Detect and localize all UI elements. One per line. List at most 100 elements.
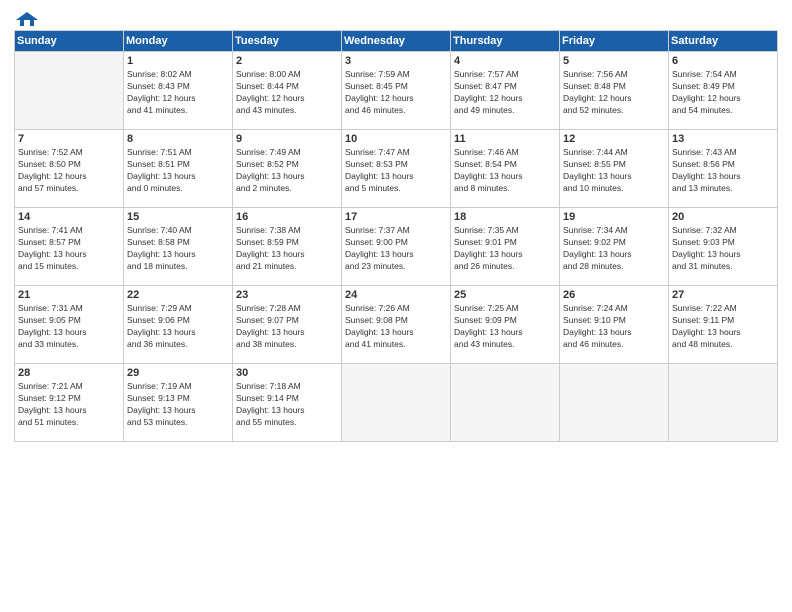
weekday-header-tuesday: Tuesday bbox=[233, 31, 342, 52]
day-info: Sunrise: 7:41 AM Sunset: 8:57 PM Dayligh… bbox=[18, 225, 120, 273]
calendar-cell: 3Sunrise: 7:59 AM Sunset: 8:45 PM Daylig… bbox=[342, 52, 451, 130]
calendar-cell: 14Sunrise: 7:41 AM Sunset: 8:57 PM Dayli… bbox=[15, 208, 124, 286]
header bbox=[14, 10, 778, 24]
day-info: Sunrise: 7:34 AM Sunset: 9:02 PM Dayligh… bbox=[563, 225, 665, 273]
day-info: Sunrise: 8:00 AM Sunset: 8:44 PM Dayligh… bbox=[236, 69, 338, 117]
calendar-cell: 25 Sunrise: 7:25 AM Sunset: 9:09 PM Dayli… bbox=[451, 286, 560, 364]
week-row-2: 7 Sunrise: 7:52 AM Sunset: 8:50 PM Daylig… bbox=[15, 130, 778, 208]
day-number: 28 bbox=[18, 367, 120, 379]
day-number: 29 bbox=[127, 367, 229, 379]
calendar-cell: 27 Sunrise: 7:22 AM Sunset: 9:11 PM Dayli… bbox=[669, 286, 778, 364]
week-row-3: 14Sunrise: 7:41 AM Sunset: 8:57 PM Dayli… bbox=[15, 208, 778, 286]
day-number: 21 bbox=[18, 289, 120, 301]
day-info: Sunrise: 8:02 AM Sunset: 8:43 PM Dayligh… bbox=[127, 69, 229, 117]
day-info: Sunrise: 7:18 AM Sunset: 9:14 PM Dayligh… bbox=[236, 381, 338, 429]
calendar-cell bbox=[669, 364, 778, 442]
day-number: 27 bbox=[672, 289, 774, 301]
day-info: Sunrise: 7:32 AM Sunset: 9:03 PM Dayligh… bbox=[672, 225, 774, 273]
calendar-cell: 5 Sunrise: 7:56 AM Sunset: 8:48 PM Daylig… bbox=[560, 52, 669, 130]
calendar-cell: 16 Sunrise: 7:38 AM Sunset: 8:59 PM Dayli… bbox=[233, 208, 342, 286]
week-row-1: 1 Sunrise: 8:02 AM Sunset: 8:43 PM Daylig… bbox=[15, 52, 778, 130]
calendar-cell bbox=[342, 364, 451, 442]
calendar-cell: 23 Sunrise: 7:28 AM Sunset: 9:07 PM Dayli… bbox=[233, 286, 342, 364]
calendar-cell: 11 Sunrise: 7:46 AM Sunset: 8:54 PM Dayli… bbox=[451, 130, 560, 208]
day-info: Sunrise: 7:21 AM Sunset: 9:12 PM Dayligh… bbox=[18, 381, 120, 429]
day-number: 7 bbox=[18, 133, 120, 145]
day-info: Sunrise: 7:57 AM Sunset: 8:47 PM Dayligh… bbox=[454, 69, 556, 117]
day-number: 17 bbox=[345, 211, 447, 223]
weekday-header-sunday: Sunday bbox=[15, 31, 124, 52]
day-info: Sunrise: 7:37 AM Sunset: 9:00 PM Dayligh… bbox=[345, 225, 447, 273]
weekday-header-row: SundayMondayTuesdayWednesdayThursdayFrid… bbox=[15, 31, 778, 52]
calendar-cell: 1 Sunrise: 8:02 AM Sunset: 8:43 PM Daylig… bbox=[124, 52, 233, 130]
day-number: 2 bbox=[236, 55, 338, 67]
day-info: Sunrise: 7:56 AM Sunset: 8:48 PM Dayligh… bbox=[563, 69, 665, 117]
day-number: 5 bbox=[563, 55, 665, 67]
calendar-cell: 22Sunrise: 7:29 AM Sunset: 9:06 PM Dayli… bbox=[124, 286, 233, 364]
day-info: Sunrise: 7:22 AM Sunset: 9:11 PM Dayligh… bbox=[672, 303, 774, 351]
day-number: 9 bbox=[236, 133, 338, 145]
day-number: 18 bbox=[454, 211, 556, 223]
calendar-cell bbox=[560, 364, 669, 442]
calendar-cell: 4 Sunrise: 7:57 AM Sunset: 8:47 PM Daylig… bbox=[451, 52, 560, 130]
week-row-4: 21 Sunrise: 7:31 AM Sunset: 9:05 PM Dayli… bbox=[15, 286, 778, 364]
day-number: 16 bbox=[236, 211, 338, 223]
day-info: Sunrise: 7:28 AM Sunset: 9:07 PM Dayligh… bbox=[236, 303, 338, 351]
calendar-cell: 10 Sunrise: 7:47 AM Sunset: 8:53 PM Dayli… bbox=[342, 130, 451, 208]
day-info: Sunrise: 7:26 AM Sunset: 9:08 PM Dayligh… bbox=[345, 303, 447, 351]
logo-bird-icon bbox=[16, 10, 38, 28]
day-info: Sunrise: 7:38 AM Sunset: 8:59 PM Dayligh… bbox=[236, 225, 338, 273]
week-row-5: 28 Sunrise: 7:21 AM Sunset: 9:12 PM Dayli… bbox=[15, 364, 778, 442]
calendar-cell: 24 Sunrise: 7:26 AM Sunset: 9:08 PM Dayli… bbox=[342, 286, 451, 364]
day-number: 15 bbox=[127, 211, 229, 223]
calendar-cell: 8Sunrise: 7:51 AM Sunset: 8:51 PM Daylig… bbox=[124, 130, 233, 208]
day-number: 23 bbox=[236, 289, 338, 301]
calendar-cell: 21 Sunrise: 7:31 AM Sunset: 9:05 PM Dayli… bbox=[15, 286, 124, 364]
day-number: 25 bbox=[454, 289, 556, 301]
day-info: Sunrise: 7:52 AM Sunset: 8:50 PM Dayligh… bbox=[18, 147, 120, 195]
day-info: Sunrise: 7:46 AM Sunset: 8:54 PM Dayligh… bbox=[454, 147, 556, 195]
day-number: 13 bbox=[672, 133, 774, 145]
day-number: 6 bbox=[672, 55, 774, 67]
day-number: 20 bbox=[672, 211, 774, 223]
calendar-cell: 2 Sunrise: 8:00 AM Sunset: 8:44 PM Daylig… bbox=[233, 52, 342, 130]
calendar-cell: 7 Sunrise: 7:52 AM Sunset: 8:50 PM Daylig… bbox=[15, 130, 124, 208]
calendar-cell: 9Sunrise: 7:49 AM Sunset: 8:52 PM Daylig… bbox=[233, 130, 342, 208]
day-number: 12 bbox=[563, 133, 665, 145]
day-number: 19 bbox=[563, 211, 665, 223]
calendar-cell: 18 Sunrise: 7:35 AM Sunset: 9:01 PM Dayli… bbox=[451, 208, 560, 286]
day-info: Sunrise: 7:25 AM Sunset: 9:09 PM Dayligh… bbox=[454, 303, 556, 351]
day-number: 24 bbox=[345, 289, 447, 301]
weekday-header-thursday: Thursday bbox=[451, 31, 560, 52]
day-info: Sunrise: 7:40 AM Sunset: 8:58 PM Dayligh… bbox=[127, 225, 229, 273]
day-number: 11 bbox=[454, 133, 556, 145]
day-number: 26 bbox=[563, 289, 665, 301]
day-number: 3 bbox=[345, 55, 447, 67]
calendar-cell: 26 Sunrise: 7:24 AM Sunset: 9:10 PM Dayli… bbox=[560, 286, 669, 364]
day-info: Sunrise: 7:31 AM Sunset: 9:05 PM Dayligh… bbox=[18, 303, 120, 351]
day-number: 4 bbox=[454, 55, 556, 67]
calendar-table: SundayMondayTuesdayWednesdayThursdayFrid… bbox=[14, 30, 778, 442]
calendar-cell: 13 Sunrise: 7:43 AM Sunset: 8:56 PM Dayli… bbox=[669, 130, 778, 208]
weekday-header-monday: Monday bbox=[124, 31, 233, 52]
day-number: 10 bbox=[345, 133, 447, 145]
calendar-cell: 17 Sunrise: 7:37 AM Sunset: 9:00 PM Dayli… bbox=[342, 208, 451, 286]
calendar-cell: 12 Sunrise: 7:44 AM Sunset: 8:55 PM Dayli… bbox=[560, 130, 669, 208]
calendar-cell: 19 Sunrise: 7:34 AM Sunset: 9:02 PM Dayli… bbox=[560, 208, 669, 286]
day-info: Sunrise: 7:24 AM Sunset: 9:10 PM Dayligh… bbox=[563, 303, 665, 351]
day-info: Sunrise: 7:47 AM Sunset: 8:53 PM Dayligh… bbox=[345, 147, 447, 195]
calendar-cell: 29Sunrise: 7:19 AM Sunset: 9:13 PM Dayli… bbox=[124, 364, 233, 442]
day-info: Sunrise: 7:35 AM Sunset: 9:01 PM Dayligh… bbox=[454, 225, 556, 273]
calendar-cell: 28 Sunrise: 7:21 AM Sunset: 9:12 PM Dayli… bbox=[15, 364, 124, 442]
day-info: Sunrise: 7:43 AM Sunset: 8:56 PM Dayligh… bbox=[672, 147, 774, 195]
page: SundayMondayTuesdayWednesdayThursdayFrid… bbox=[0, 0, 792, 612]
day-number: 8 bbox=[127, 133, 229, 145]
day-number: 1 bbox=[127, 55, 229, 67]
day-info: Sunrise: 7:44 AM Sunset: 8:55 PM Dayligh… bbox=[563, 147, 665, 195]
calendar-cell: 20 Sunrise: 7:32 AM Sunset: 9:03 PM Dayli… bbox=[669, 208, 778, 286]
calendar-cell: 6 Sunrise: 7:54 AM Sunset: 8:49 PM Daylig… bbox=[669, 52, 778, 130]
logo bbox=[14, 10, 38, 24]
day-info: Sunrise: 7:54 AM Sunset: 8:49 PM Dayligh… bbox=[672, 69, 774, 117]
day-number: 22 bbox=[127, 289, 229, 301]
weekday-header-friday: Friday bbox=[560, 31, 669, 52]
